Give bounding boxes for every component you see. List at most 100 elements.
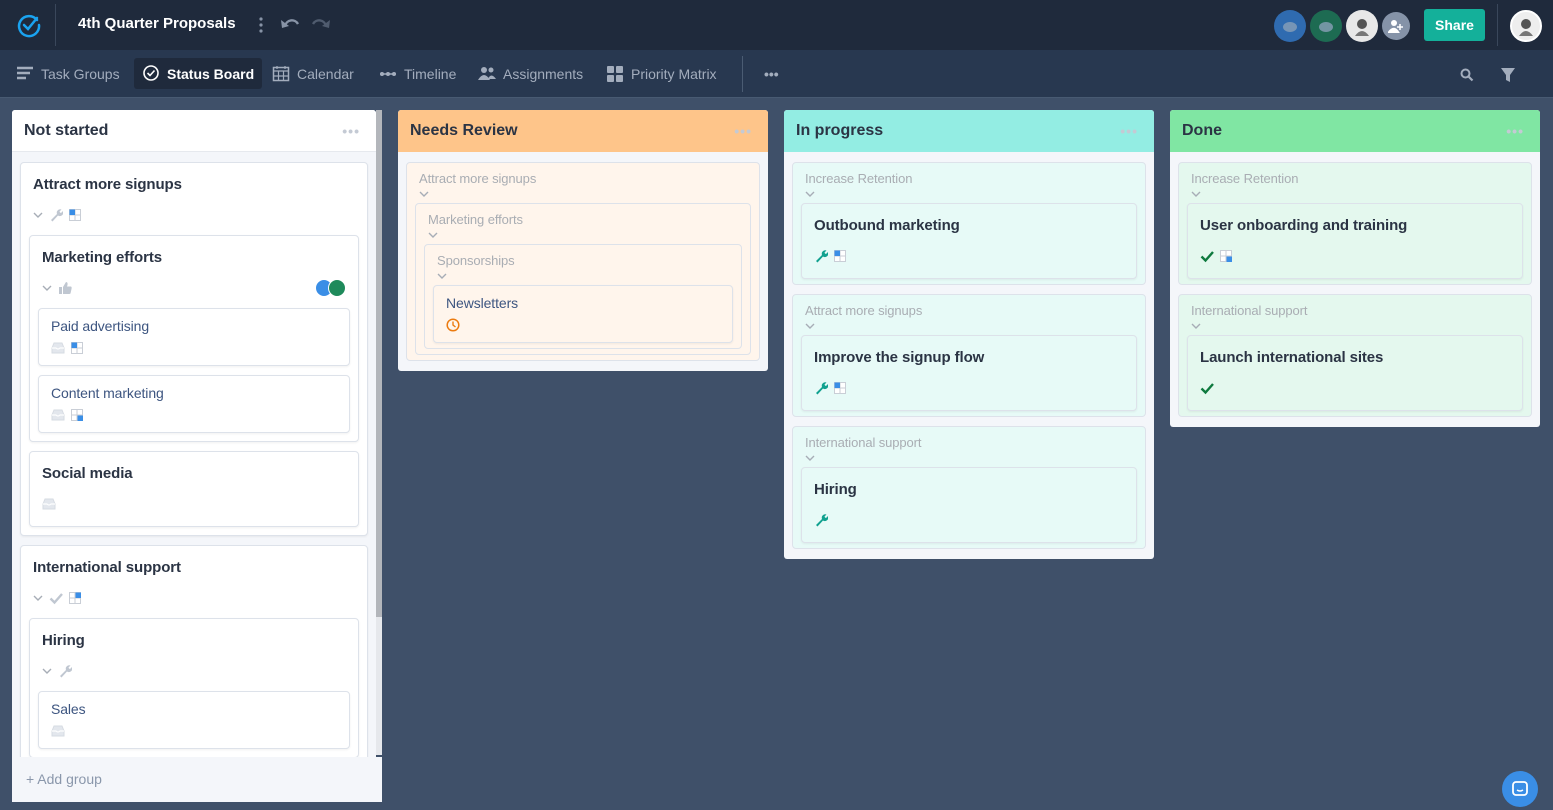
chevron-down-icon[interactable]	[805, 454, 815, 462]
task-card[interactable]: Outbound marketing	[801, 203, 1137, 279]
frog-avatar[interactable]	[1310, 10, 1342, 42]
sub-cards: Sponsorships Newsletters	[424, 244, 742, 349]
task-card[interactable]: International support Hiring Sales	[20, 545, 368, 767]
parent-group-card[interactable]: International support Hiring	[792, 426, 1146, 549]
card-title: Newsletters	[446, 295, 519, 311]
user-avatar[interactable]	[1510, 10, 1542, 42]
chevron-down-icon[interactable]	[33, 594, 43, 602]
column-menu-icon[interactable]: •••	[1120, 123, 1138, 139]
task-card[interactable]: Launch international sites	[1187, 335, 1523, 411]
parent-group-card[interactable]: Marketing efforts Sponsorships Newsletters	[415, 203, 751, 355]
tab-label: Task Groups	[41, 65, 120, 82]
parent-group-card[interactable]: Increase Retention Outbound marketing	[792, 162, 1146, 285]
scrollbar-thumb[interactable]	[376, 110, 382, 617]
column-scrollbar[interactable]	[376, 110, 382, 755]
chevron-down-icon[interactable]	[805, 190, 815, 198]
tab-timeline[interactable]: Timeline	[371, 58, 464, 89]
task-card[interactable]: Hiring Sales	[29, 618, 359, 758]
card-title: International support	[33, 559, 181, 576]
tab-assignments[interactable]: Assignments	[470, 58, 591, 89]
column-menu-icon[interactable]: •••	[734, 123, 752, 139]
chevron-down-icon[interactable]	[437, 272, 447, 280]
chevron-down-icon[interactable]	[42, 667, 52, 675]
chevron-down-icon[interactable]	[428, 231, 438, 239]
user-photo-avatar[interactable]	[1346, 10, 1378, 42]
card-icons	[42, 278, 346, 298]
chevron-down-icon[interactable]	[805, 322, 815, 330]
more-vertical-icon[interactable]	[256, 14, 266, 36]
card-title: International support	[805, 435, 922, 450]
add-group-button[interactable]: + Add group	[12, 757, 382, 802]
priority-matrix-icon	[834, 250, 846, 262]
wrench-icon	[51, 209, 63, 222]
assignee-avatar[interactable]	[328, 279, 346, 297]
tab-status-board[interactable]: Status Board	[134, 58, 263, 89]
parent-group-card[interactable]: International support Launch internationa…	[1178, 294, 1532, 417]
status-column-not-started: Not started ••• Attract more signups Market…	[12, 110, 376, 802]
task-card[interactable]: Content marketing	[38, 375, 350, 433]
filter-icon[interactable]	[1500, 67, 1516, 83]
chevron-down-icon[interactable]	[419, 190, 429, 198]
parent-group-card[interactable]: Increase Retention User onboarding and tr…	[1178, 162, 1532, 285]
task-card[interactable]: Marketing efforts Paid advertising Content…	[29, 235, 359, 442]
priority-matrix-icon	[1220, 250, 1232, 262]
parent-group-card[interactable]: Attract more signups Marketing efforts Spo…	[406, 162, 760, 361]
card-icons	[805, 319, 1133, 333]
search-icon[interactable]	[1460, 68, 1474, 82]
status-column-done: Done ••• Increase Retention User onboarding…	[1170, 110, 1540, 427]
tab-calendar[interactable]: Calendar	[264, 58, 362, 89]
column-title: In progress	[796, 122, 884, 139]
column-menu-icon[interactable]: •••	[342, 123, 360, 139]
column-menu-icon[interactable]: •••	[1506, 123, 1524, 139]
card-icons	[805, 451, 1133, 465]
wrench-icon	[816, 382, 828, 395]
column-cards: Increase Retention Outbound marketing Attr…	[784, 152, 1154, 559]
priority-matrix-icon	[69, 592, 81, 604]
card-title: International support	[1191, 303, 1308, 318]
check-icon	[49, 593, 63, 605]
task-card[interactable]: Hiring	[801, 467, 1137, 543]
undo-icon[interactable]	[280, 14, 302, 34]
task-card[interactable]: Social media	[29, 451, 359, 527]
task-card[interactable]: Attract more signups Marketing efforts Pai…	[20, 162, 368, 536]
task-card[interactable]: Sales	[38, 691, 350, 749]
share-button[interactable]: Share	[1424, 9, 1485, 41]
task-card[interactable]: Improve the signup flow	[801, 335, 1137, 411]
task-card[interactable]: User onboarding and training	[1187, 203, 1523, 279]
more-views-icon[interactable]: •••	[756, 58, 787, 89]
task-card[interactable]: Newsletters	[433, 285, 733, 343]
task-card[interactable]: Paid advertising	[38, 308, 350, 366]
wrench-icon	[60, 665, 72, 678]
column-cards: Attract more signups Marketing efforts Pai…	[12, 152, 376, 777]
tab-priority-matrix[interactable]: Priority Matrix	[598, 58, 725, 89]
inbox-icon	[51, 342, 65, 354]
sub-cards: Improve the signup flow	[801, 335, 1137, 411]
parent-group-card[interactable]: Attract more signups Improve the signup f…	[792, 294, 1146, 417]
column-header: In progress •••	[784, 110, 1154, 152]
app-logo-icon[interactable]	[16, 12, 42, 38]
sub-cards: Marketing efforts Paid advertising Content…	[29, 235, 359, 527]
tab-task-groups[interactable]: Task Groups	[8, 58, 128, 89]
sub-cards: User onboarding and training	[1187, 203, 1523, 279]
chevron-down-icon[interactable]	[42, 284, 52, 292]
redo-icon[interactable]	[309, 14, 331, 34]
tab-label: Priority Matrix	[631, 65, 717, 82]
chevron-down-icon[interactable]	[33, 211, 43, 219]
chevron-down-icon[interactable]	[1191, 190, 1201, 198]
tab-label: Status Board	[167, 65, 255, 82]
sub-cards: Launch international sites	[1187, 335, 1523, 411]
sub-cards: Newsletters	[433, 285, 733, 343]
column-title: Done	[1182, 122, 1222, 139]
priority-matrix-icon	[71, 409, 83, 421]
card-icons	[51, 338, 337, 358]
chat-support-button[interactable]	[1502, 771, 1538, 807]
chevron-down-icon[interactable]	[1191, 322, 1201, 330]
column-header: Not started •••	[12, 110, 376, 152]
project-title[interactable]: 4th Quarter Proposals	[78, 15, 236, 32]
butterfly-avatar[interactable]	[1274, 10, 1306, 42]
parent-group-card[interactable]: Sponsorships Newsletters	[424, 244, 742, 349]
add-collaborator[interactable]	[1382, 12, 1410, 40]
assignee-avatars[interactable]	[315, 279, 346, 297]
inbox-icon	[42, 498, 56, 510]
card-icons	[437, 269, 729, 283]
